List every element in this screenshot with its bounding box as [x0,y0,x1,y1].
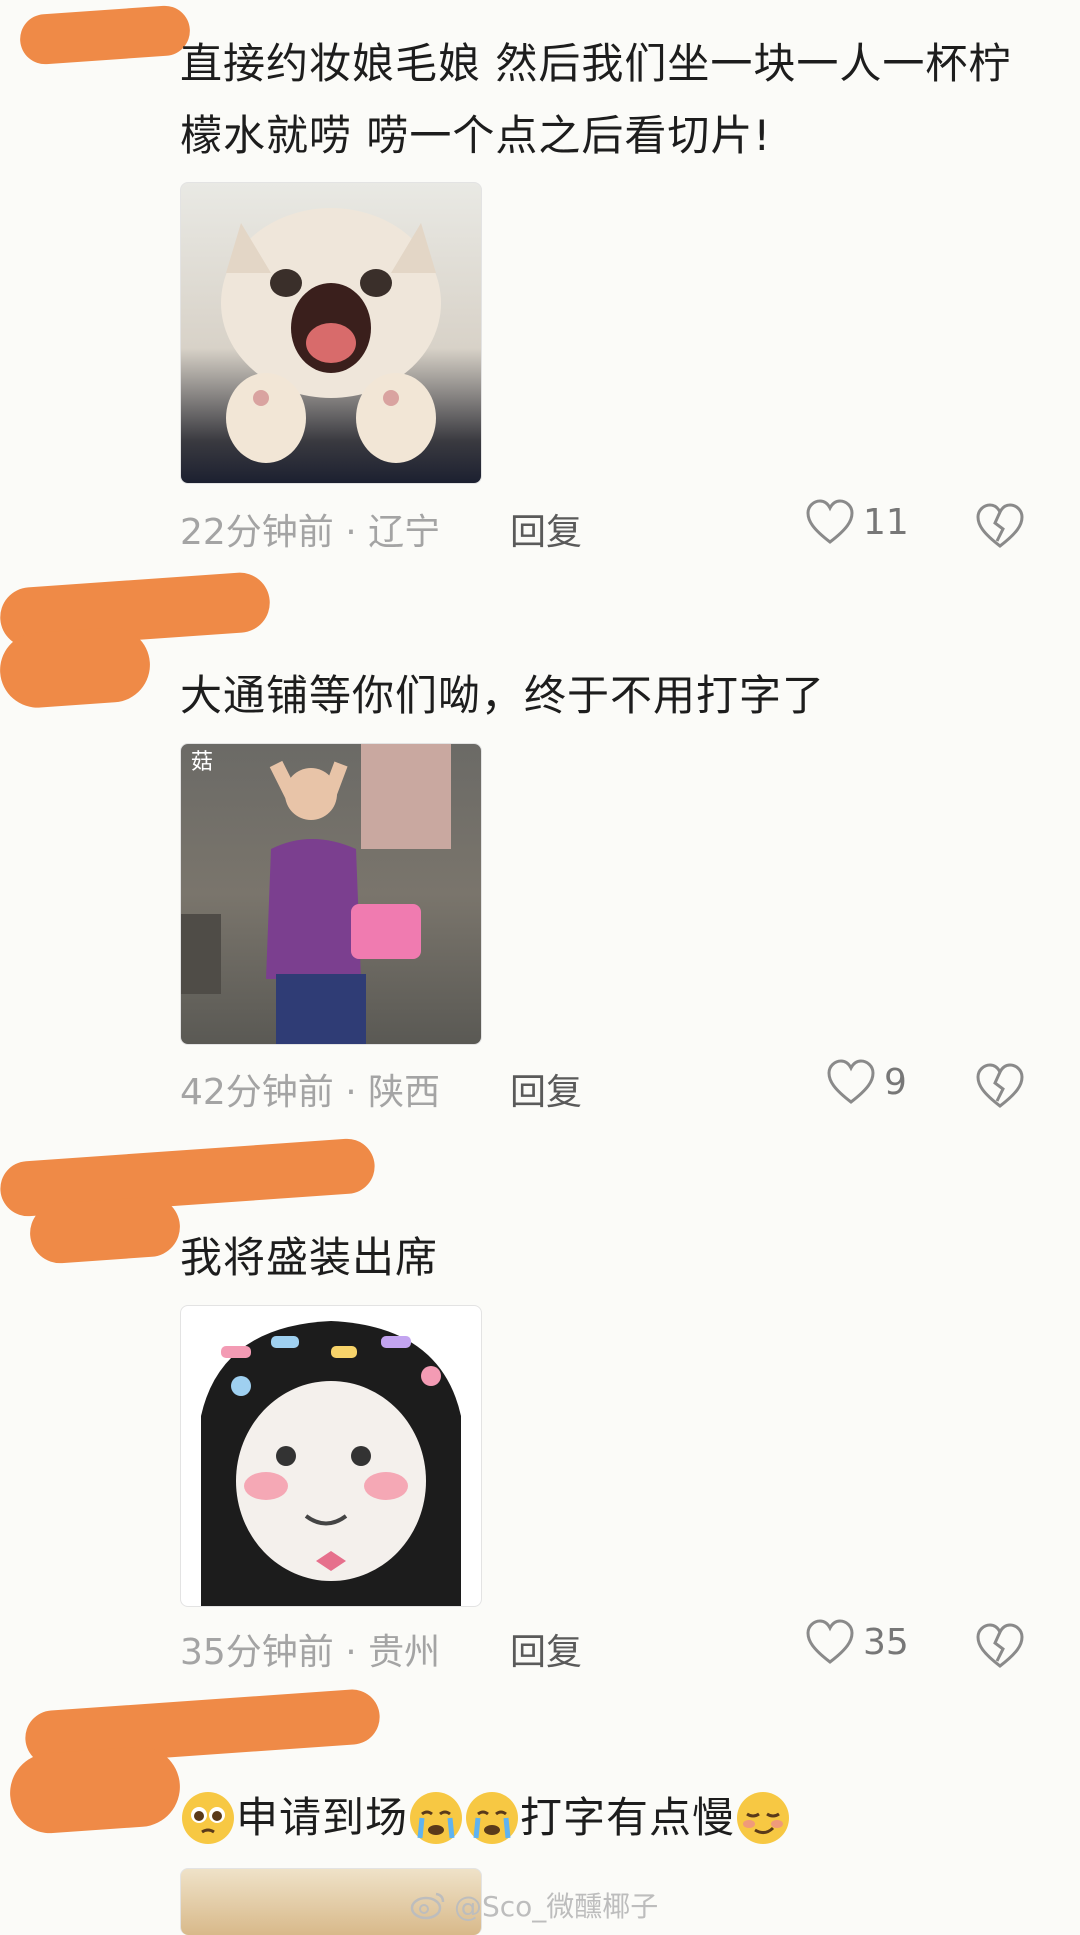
redacted-avatar [7,1744,183,1836]
heart-icon [806,1619,854,1664]
comment-meta: 22分钟前 · 辽宁 [180,503,440,555]
comment-text-with-emojis: 申请到场 打字有点慢 [180,1782,1020,1854]
face-with-hairclips-sticker[interactable] [180,1305,482,1607]
comment-meta: 35分钟前 · 贵州 [180,1623,440,1675]
comment-location: 陕西 [368,1072,441,1113]
comment-time: 42分钟前 [180,1072,334,1113]
comment-location: 贵州 [368,1632,441,1673]
sticker-badge: 菇 [191,750,213,775]
redacted-avatar [28,1194,182,1266]
comment-text-part: 申请到场 [236,1793,409,1842]
meta-separator: · [333,1072,369,1113]
heart-icon [806,499,854,544]
meta-separator: · [333,512,369,553]
broken-heart-icon[interactable] [975,503,1025,549]
reply-button[interactable]: 回复 [510,1063,582,1115]
crying-face-icon [410,1792,463,1844]
comment-text: 直接约妆娘毛娘 然后我们坐一块一人一杯柠檬水就唠 唠一个点之后看切片! [180,39,1012,160]
watermark: @Sco_微醺椰子 [410,1885,658,1925]
meta-separator: · [333,1632,369,1673]
woman-in-purple-dress-sticker[interactable]: 菇 [180,743,482,1045]
reply-button[interactable]: 回复 [510,1623,582,1675]
redacted-avatar [0,624,153,711]
weibo-icon [410,1892,445,1920]
like-button[interactable]: 9 [826,1059,907,1105]
comment-time: 35分钟前 [180,1632,334,1673]
like-count: 9 [884,1061,907,1103]
comment-meta: 42分钟前 · 陕西 [180,1063,440,1115]
like-button[interactable]: 35 [805,1619,909,1665]
watermark-text: @Sco_微醺椰子 [454,1890,659,1923]
pleading-face-icon [182,1792,234,1844]
reply-button[interactable]: 回复 [510,503,582,555]
comment-text: 我将盛装出席 [180,1233,439,1282]
heart-icon [827,1059,875,1104]
broken-heart-icon[interactable] [975,1623,1025,1669]
smirking-face-icon [737,1792,790,1844]
comment-text: 大通铺等你们呦，终于不用打字了 [180,671,826,720]
comment-text-part: 打字有点慢 [520,1793,736,1842]
comment-location: 辽宁 [368,512,441,553]
screaming-cat-sticker[interactable] [180,182,482,484]
like-count: 35 [863,1621,909,1663]
broken-heart-icon[interactable] [975,1063,1025,1109]
crying-face-icon [466,1792,519,1844]
like-button[interactable]: 11 [805,499,909,545]
like-count: 11 [863,501,909,543]
redacted-avatar [18,4,192,66]
comment-time: 22分钟前 [180,512,334,553]
